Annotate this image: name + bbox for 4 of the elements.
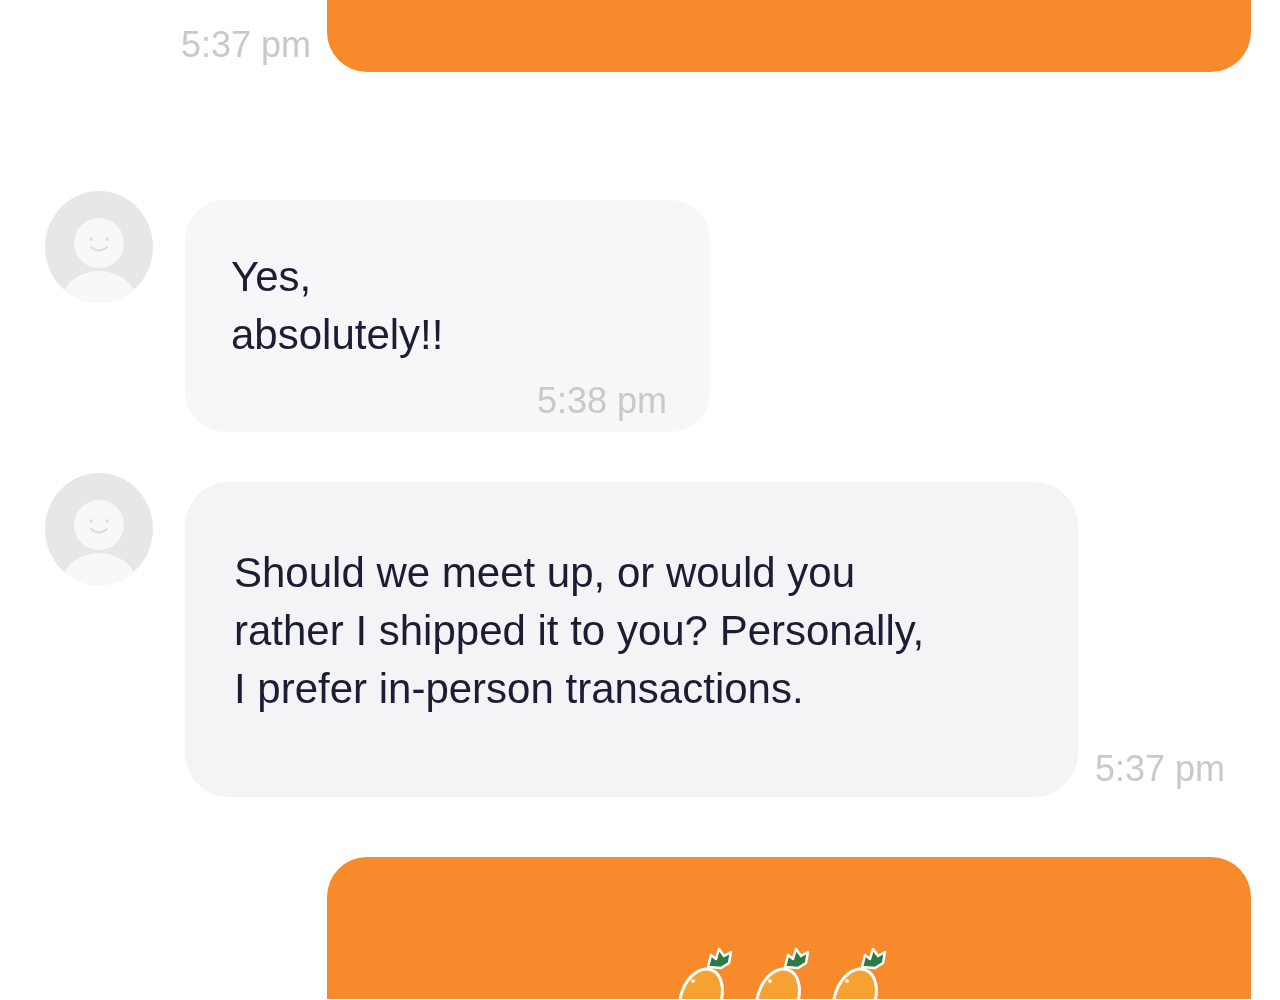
- avatar-icon: [45, 191, 153, 303]
- message-text: Yes, absolutely!!: [231, 252, 445, 360]
- message-text: Should we meet up, or would you rather I shipped it to you? Personally, I prefer in-person transactions.: [234, 548, 926, 714]
- avatar-icon: [45, 473, 153, 585]
